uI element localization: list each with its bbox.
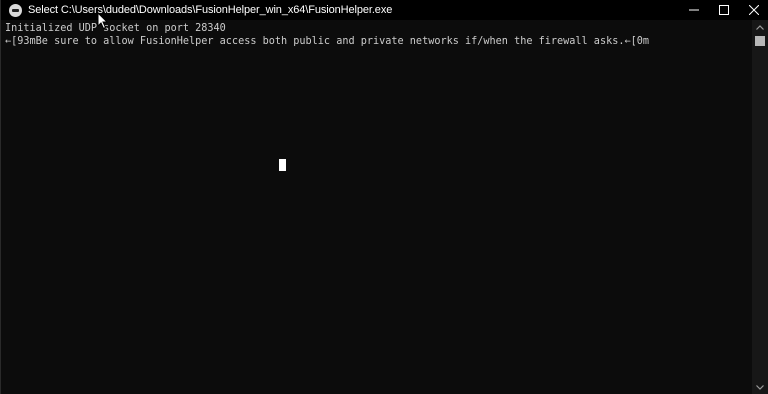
mouse-pointer-icon [97, 12, 109, 30]
console-line: ←[93mBe sure to allow FusionHelper acces… [5, 36, 650, 47]
window-controls [679, 0, 768, 20]
console-output[interactable]: Initialized UDP socket on port 28340 ←[9… [3, 20, 753, 394]
scroll-down-button[interactable] [752, 380, 768, 394]
vertical-scrollbar[interactable] [752, 20, 768, 394]
console-line: Initialized UDP socket on port 28340 [5, 23, 226, 34]
title-bar[interactable]: Select C:\Users\duded\Downloads\FusionHe… [1, 0, 768, 20]
minimize-button[interactable] [679, 0, 709, 20]
maximize-icon [719, 5, 729, 15]
close-icon [749, 5, 759, 15]
minimize-icon [689, 9, 699, 11]
window-title: Select C:\Users\duded\Downloads\FusionHe… [28, 4, 393, 16]
maximize-button[interactable] [709, 0, 739, 20]
scroll-down-arrow-icon [756, 384, 764, 390]
close-button[interactable] [739, 0, 768, 20]
console-window: Select C:\Users\duded\Downloads\FusionHe… [0, 0, 768, 394]
text-cursor [279, 159, 286, 171]
scroll-up-button[interactable] [752, 20, 768, 34]
scroll-thumb[interactable] [755, 36, 765, 46]
console-app-icon[interactable] [9, 3, 22, 17]
scroll-up-arrow-icon [756, 24, 764, 30]
